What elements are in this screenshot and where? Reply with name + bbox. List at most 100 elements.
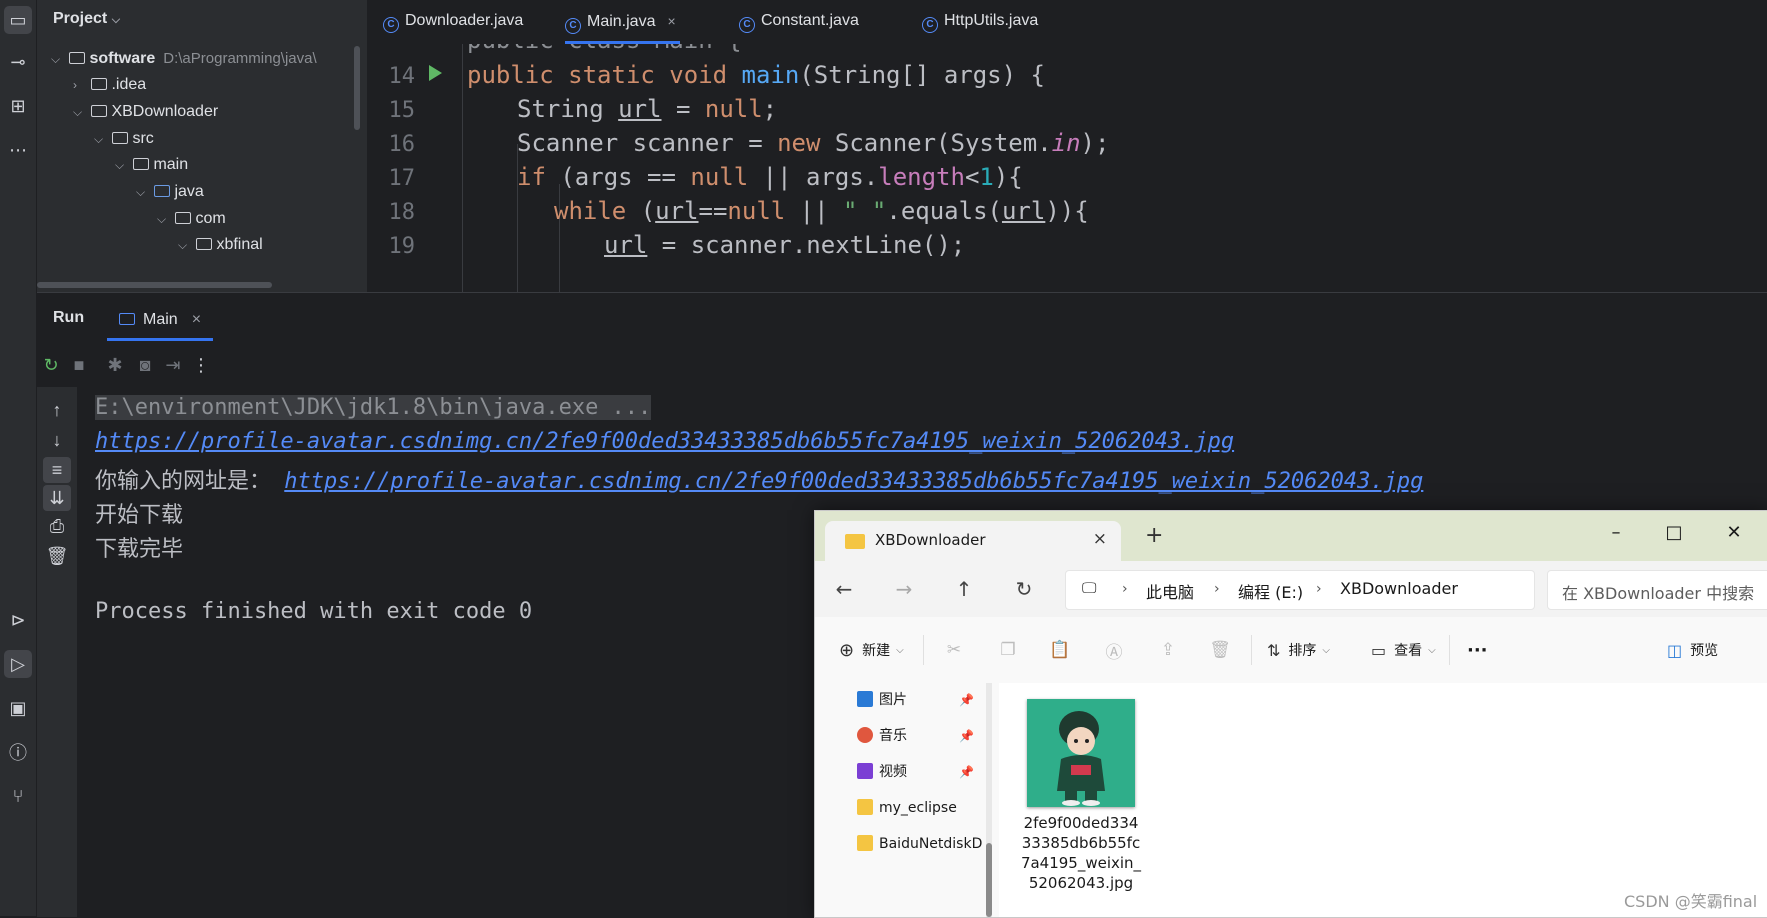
line-number: 14 bbox=[388, 64, 416, 89]
scroll-to-end-icon[interactable]: ⇊ bbox=[43, 485, 71, 511]
chevron-down-icon: ⌵ bbox=[94, 132, 104, 146]
nav-item-music[interactable]: 音乐 bbox=[857, 721, 907, 751]
tree-item-com[interactable]: ⌵ com bbox=[157, 206, 226, 232]
arrow-down-icon[interactable]: ↓ bbox=[43, 427, 71, 453]
nav-item-baidunetdisk[interactable]: BaiduNetdiskD bbox=[857, 829, 982, 859]
chevron-down-icon: ⌵ bbox=[1428, 644, 1436, 656]
tab-constant-java[interactable]: C Constant.java bbox=[739, 0, 859, 44]
new-button[interactable]: ⊕ 新建 ⌵ bbox=[839, 637, 904, 663]
new-tab-button[interactable]: + bbox=[1145, 523, 1163, 548]
rerun-icon[interactable]: ↻ bbox=[39, 353, 63, 377]
tab-main-java[interactable]: C Main.java × bbox=[565, 0, 680, 44]
avatar-illustration bbox=[1027, 699, 1135, 807]
tree-item-src[interactable]: ⌵ src bbox=[94, 126, 154, 152]
tab-downloader-java[interactable]: C Downloader.java bbox=[383, 0, 523, 44]
sort-button[interactable]: ⇅ 排序 ⌵ bbox=[1267, 637, 1330, 663]
print-icon[interactable]: ⎙ bbox=[43, 513, 71, 539]
run-gutter-icon[interactable] bbox=[429, 65, 442, 81]
tree-item-software[interactable]: ⌵ software D:\aProgramming\java\ bbox=[51, 46, 317, 72]
close-icon[interactable]: × bbox=[667, 13, 675, 29]
debug-icon[interactable]: ✱ bbox=[103, 353, 127, 377]
console-url-link[interactable]: https://profile-avatar.csdnimg.cn/2fe9f0… bbox=[284, 469, 1423, 494]
class-icon: C bbox=[565, 18, 581, 34]
divider bbox=[1449, 635, 1450, 665]
chevron-down-icon: ⌵ bbox=[73, 105, 83, 119]
tree-item-xbfinal[interactable]: ⌵ xbfinal bbox=[178, 232, 263, 258]
git-icon[interactable]: ⑂ bbox=[4, 782, 32, 810]
share-icon[interactable]: ⇪ bbox=[1155, 637, 1181, 663]
tab-run-main[interactable]: Main × bbox=[107, 301, 214, 341]
address-bar[interactable]: 🖵 › 此电脑 › 编程 (E:) › XBDownloader bbox=[1065, 570, 1535, 610]
pin-icon[interactable]: 📌 bbox=[959, 729, 974, 743]
structure-icon[interactable]: ⊞ bbox=[4, 92, 32, 120]
more-icon[interactable]: ⋯ bbox=[4, 136, 32, 164]
code-line-19: url = scanner.nextLine(); bbox=[604, 231, 966, 259]
nav-scrollbar[interactable] bbox=[986, 843, 992, 917]
project-title[interactable]: Project ⌵ bbox=[53, 10, 120, 28]
rename-icon[interactable]: Ⓐ bbox=[1101, 637, 1127, 663]
file-name: 2fe9f00ded33433385db6b55fc7a4195_weixin_… bbox=[1020, 814, 1142, 892]
breadcrumb-drive[interactable]: 编程 (E:) bbox=[1238, 579, 1303, 603]
preview-button[interactable]: ◫ 预览 bbox=[1667, 637, 1718, 663]
run-icon[interactable]: ▷ bbox=[4, 650, 32, 678]
soft-wrap-icon[interactable]: ≡ bbox=[43, 457, 71, 483]
code-editor[interactable]: public class Main { 14 public static voi… bbox=[367, 44, 1767, 292]
music-icon bbox=[857, 727, 873, 743]
vertical-scrollbar[interactable] bbox=[354, 46, 360, 130]
explorer-tab[interactable]: XBDownloader × bbox=[825, 521, 1121, 561]
trash-icon[interactable]: 🗑 bbox=[43, 543, 71, 569]
console-url-echo[interactable]: https://profile-avatar.csdnimg.cn/2fe9f0… bbox=[95, 429, 1234, 454]
problems-icon[interactable]: ⓘ bbox=[4, 738, 32, 766]
close-tab-icon[interactable]: × bbox=[1093, 529, 1107, 549]
view-button[interactable]: ▭ 查看 ⌵ bbox=[1371, 637, 1436, 663]
chevron-down-icon: ⌵ bbox=[115, 158, 125, 172]
tab-httputils-java[interactable]: C HttpUtils.java bbox=[922, 0, 1038, 44]
nav-item-videos[interactable]: 视频 bbox=[857, 757, 907, 787]
run-title: Run bbox=[53, 309, 85, 326]
tree-item-idea[interactable]: › .idea bbox=[73, 72, 146, 98]
delete-icon[interactable]: 🗑 bbox=[1207, 637, 1233, 663]
arrow-up-icon[interactable]: ↑ bbox=[43, 397, 71, 423]
folder-icon bbox=[69, 52, 86, 64]
plus-circle-icon: ⊕ bbox=[839, 639, 855, 661]
nav-item-my-eclipse[interactable]: my_eclipse bbox=[857, 793, 957, 823]
paste-icon[interactable]: 📋 bbox=[1047, 637, 1073, 663]
exit-icon[interactable]: ⇥ bbox=[161, 353, 185, 377]
console-start-text: 开始下载 bbox=[95, 503, 184, 528]
folder-icon[interactable]: ▭ bbox=[4, 6, 32, 34]
pin-icon[interactable]: 📌 bbox=[959, 693, 974, 707]
copy-icon[interactable]: ❐ bbox=[995, 637, 1021, 663]
search-input[interactable]: 在 XBDownloader 中搜索 bbox=[1547, 570, 1767, 610]
breadcrumb-folder[interactable]: XBDownloader bbox=[1340, 579, 1458, 598]
line-number: 15 bbox=[388, 98, 416, 123]
chevron-right-icon: › bbox=[1122, 581, 1128, 597]
horizontal-scrollbar[interactable] bbox=[37, 282, 272, 288]
refresh-icon[interactable]: ↻ bbox=[1009, 575, 1039, 603]
forward-arrow-icon[interactable]: → bbox=[889, 575, 919, 603]
terminal-icon[interactable]: ▣ bbox=[4, 694, 32, 722]
close-icon[interactable]: × bbox=[192, 311, 201, 328]
minimize-button[interactable]: – bbox=[1591, 517, 1641, 547]
back-arrow-icon[interactable]: ← bbox=[829, 575, 859, 603]
tree-item-main[interactable]: ⌵ main bbox=[115, 152, 188, 178]
tree-item-xbdownloader[interactable]: ⌵ XBDownloader bbox=[73, 99, 218, 125]
class-icon: C bbox=[739, 17, 755, 33]
code-line-15: String url = null; bbox=[517, 95, 778, 123]
tree-item-java[interactable]: ⌵ java bbox=[136, 179, 204, 205]
camera-icon[interactable]: ◙ bbox=[133, 353, 157, 377]
more-options-button[interactable]: ··· bbox=[1467, 637, 1488, 663]
commit-icon[interactable]: ⊸ bbox=[4, 48, 32, 76]
chevron-down-icon: ⌵ bbox=[1322, 644, 1330, 656]
up-arrow-icon[interactable]: ↑ bbox=[949, 575, 979, 603]
more-vertical-icon[interactable]: ⋮ bbox=[189, 353, 213, 377]
close-window-button[interactable]: ✕ bbox=[1709, 517, 1759, 547]
stop-icon[interactable]: ■ bbox=[67, 353, 91, 377]
breadcrumb-this-pc[interactable]: 此电脑 bbox=[1146, 579, 1194, 603]
preview-pane-icon: ◫ bbox=[1667, 640, 1683, 660]
cut-icon[interactable]: ✂ bbox=[941, 637, 967, 663]
pin-icon[interactable]: 📌 bbox=[959, 765, 974, 779]
image-thumbnail[interactable] bbox=[1027, 699, 1135, 807]
nav-item-pictures[interactable]: 图片 bbox=[857, 685, 907, 715]
maximize-button[interactable]: □ bbox=[1649, 517, 1699, 547]
services-icon[interactable]: ⊳ bbox=[4, 606, 32, 634]
